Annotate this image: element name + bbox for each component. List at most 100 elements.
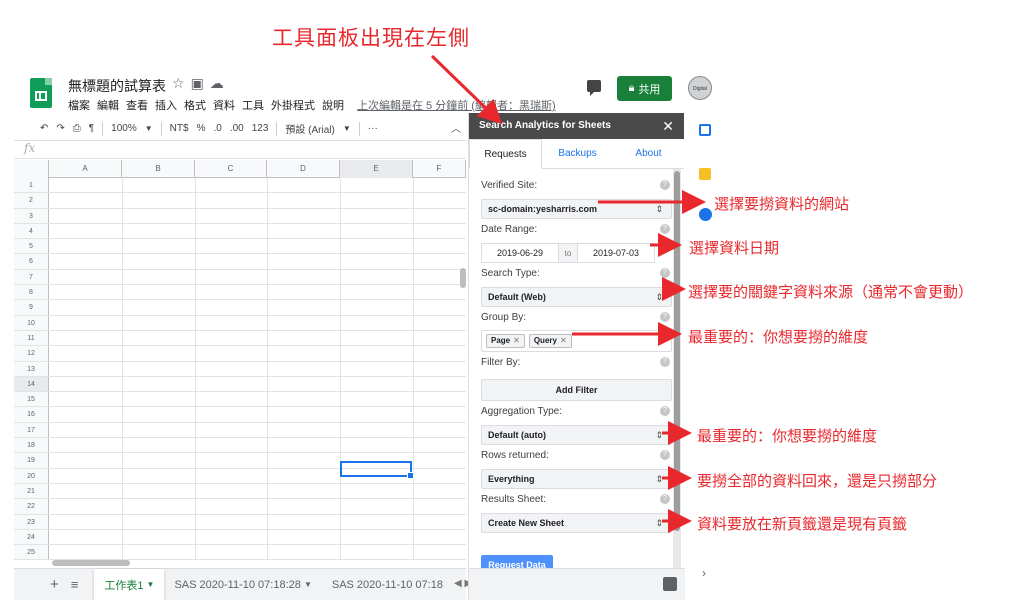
table-row[interactable]: 18 (14, 438, 466, 454)
paint-format-icon[interactable]: ¶ (89, 123, 94, 134)
menu-view[interactable]: 查看 (126, 97, 148, 113)
row-header[interactable]: 1 (14, 178, 49, 193)
avatar[interactable]: Digital Marketing (688, 76, 712, 100)
help-icon[interactable]: ? (660, 494, 670, 504)
chevron-right-icon[interactable]: › (702, 566, 706, 580)
table-row[interactable]: 23 (14, 514, 466, 530)
row-header[interactable]: 8 (14, 285, 49, 300)
explore-icon[interactable] (663, 577, 677, 591)
row-header[interactable]: 13 (14, 361, 49, 376)
table-row[interactable]: 1 (14, 178, 466, 194)
menu-help[interactable]: 說明 (322, 97, 344, 113)
horizontal-scrollbar[interactable] (52, 560, 130, 566)
spreadsheet-grid[interactable]: A B C D E F 1 2 3 4 5 6 7 8 9 10 11 12 13 14 15 16 17 18 1… (14, 160, 466, 561)
more-toolbar-button[interactable]: ··· (368, 123, 378, 134)
remove-chip-icon[interactable]: ✕ (560, 335, 567, 347)
table-row[interactable]: 9 (14, 300, 466, 316)
table-row[interactable]: 11 (14, 330, 466, 347)
search-type-select[interactable]: Default (Web) ⇕ (481, 287, 672, 307)
results-sheet-select[interactable]: Create New Sheet ⇕ (481, 513, 672, 533)
keep-icon[interactable] (699, 168, 711, 180)
row-header[interactable]: 24 (14, 529, 49, 545)
help-icon[interactable]: ? (660, 224, 670, 234)
menu-edit[interactable]: 編輯 (97, 97, 119, 113)
share-button[interactable]: 🔒︎ 共用 (617, 76, 672, 101)
help-icon[interactable]: ? (660, 268, 670, 278)
star-icon[interactable]: ☆ (172, 75, 191, 91)
sheet-tab-1[interactable]: 工作表1 ▼ (94, 568, 165, 600)
decrease-decimal-button[interactable]: .0 (213, 123, 221, 134)
all-sheets-icon[interactable]: ≡ (71, 577, 79, 592)
table-row[interactable]: 17 (14, 422, 466, 439)
column-header[interactable]: B (122, 160, 195, 178)
help-icon[interactable]: ? (660, 312, 670, 322)
row-header[interactable]: 17 (14, 422, 49, 438)
row-header[interactable]: 25 (14, 545, 49, 560)
row-header[interactable]: 22 (14, 499, 49, 514)
menu-insert[interactable]: 插入 (155, 97, 177, 113)
row-header[interactable]: 5 (14, 239, 49, 254)
table-row[interactable]: 7 (14, 269, 466, 286)
close-icon[interactable]: ✕ (662, 113, 674, 139)
row-header[interactable]: 15 (14, 392, 49, 407)
menu-tools[interactable]: 工具 (242, 97, 264, 113)
table-row[interactable]: 3 (14, 208, 466, 224)
row-header[interactable]: 20 (14, 468, 49, 483)
chip-page[interactable]: Page ✕ (486, 334, 525, 348)
table-row[interactable]: 4 (14, 223, 466, 240)
help-icon[interactable]: ? (660, 180, 670, 190)
row-header[interactable]: 23 (14, 514, 49, 529)
remove-chip-icon[interactable]: ✕ (513, 335, 520, 347)
table-row[interactable]: 22 (14, 499, 466, 515)
zoom-select[interactable]: 100% (111, 123, 137, 134)
undo-icon[interactable]: ↶ (40, 123, 48, 134)
table-row[interactable]: 14 (14, 376, 466, 393)
row-header[interactable]: 12 (14, 346, 49, 361)
rows-returned-select[interactable]: Everything ⇕ (481, 469, 672, 489)
table-row[interactable]: 2 (14, 193, 466, 209)
formula-bar[interactable]: fx (14, 141, 466, 159)
redo-icon[interactable]: ↷ (56, 123, 64, 134)
chip-query[interactable]: Query ✕ (528, 334, 572, 348)
collapse-toolbar-icon[interactable]: ︿ (451, 120, 461, 135)
row-header[interactable]: 7 (14, 269, 49, 285)
table-row[interactable]: 10 (14, 315, 466, 331)
date-to-input[interactable]: 2019-07-03 (577, 243, 655, 263)
row-header[interactable]: 18 (14, 438, 49, 453)
row-header[interactable]: 19 (14, 453, 49, 468)
help-icon[interactable]: ? (660, 357, 670, 367)
row-header[interactable]: 3 (14, 208, 49, 223)
cloud-icon[interactable]: ☁ (210, 75, 230, 91)
row-header[interactable]: 4 (14, 223, 49, 239)
group-by-chips[interactable]: Page ✕ Query ✕ (481, 330, 672, 352)
font-select[interactable]: 預設 (Arial) (285, 121, 334, 136)
row-header[interactable]: 9 (14, 300, 49, 315)
add-sheet-icon[interactable]: + (50, 576, 59, 593)
menu-format[interactable]: 格式 (184, 97, 206, 113)
row-header[interactable]: 10 (14, 315, 49, 330)
column-header[interactable]: D (267, 160, 340, 178)
sheets-logo-icon[interactable] (30, 78, 52, 108)
table-row[interactable]: 16 (14, 407, 466, 423)
last-edit-link[interactable]: 上次編輯是在 5 分鐘前 (編輯者：黑瑞斯) (357, 97, 556, 113)
document-title[interactable]: 無標題的試算表 (68, 76, 166, 96)
selected-cell[interactable] (340, 461, 414, 479)
date-from-input[interactable]: 2019-06-29 (481, 243, 559, 263)
help-icon[interactable]: ? (660, 450, 670, 460)
folder-icon[interactable]: ▣ (191, 75, 210, 91)
calendar-icon[interactable] (699, 124, 711, 136)
panel-scrollbar[interactable] (673, 169, 681, 589)
tab-requests[interactable]: Requests (469, 139, 542, 169)
aggregation-select[interactable]: Default (auto) ⇕ (481, 425, 672, 445)
help-icon[interactable]: ? (660, 406, 670, 416)
table-row[interactable]: 24 (14, 529, 466, 546)
table-row[interactable]: 21 (14, 483, 466, 500)
row-header[interactable]: 14 (14, 376, 49, 392)
column-header[interactable]: E (340, 160, 413, 178)
column-header[interactable]: C (195, 160, 267, 178)
increase-decimal-button[interactable]: .00 (230, 123, 244, 134)
tab-about[interactable]: About (613, 139, 684, 168)
select-all-corner[interactable] (14, 160, 49, 178)
vertical-scrollbar[interactable] (460, 268, 466, 288)
column-header[interactable]: A (49, 160, 122, 178)
